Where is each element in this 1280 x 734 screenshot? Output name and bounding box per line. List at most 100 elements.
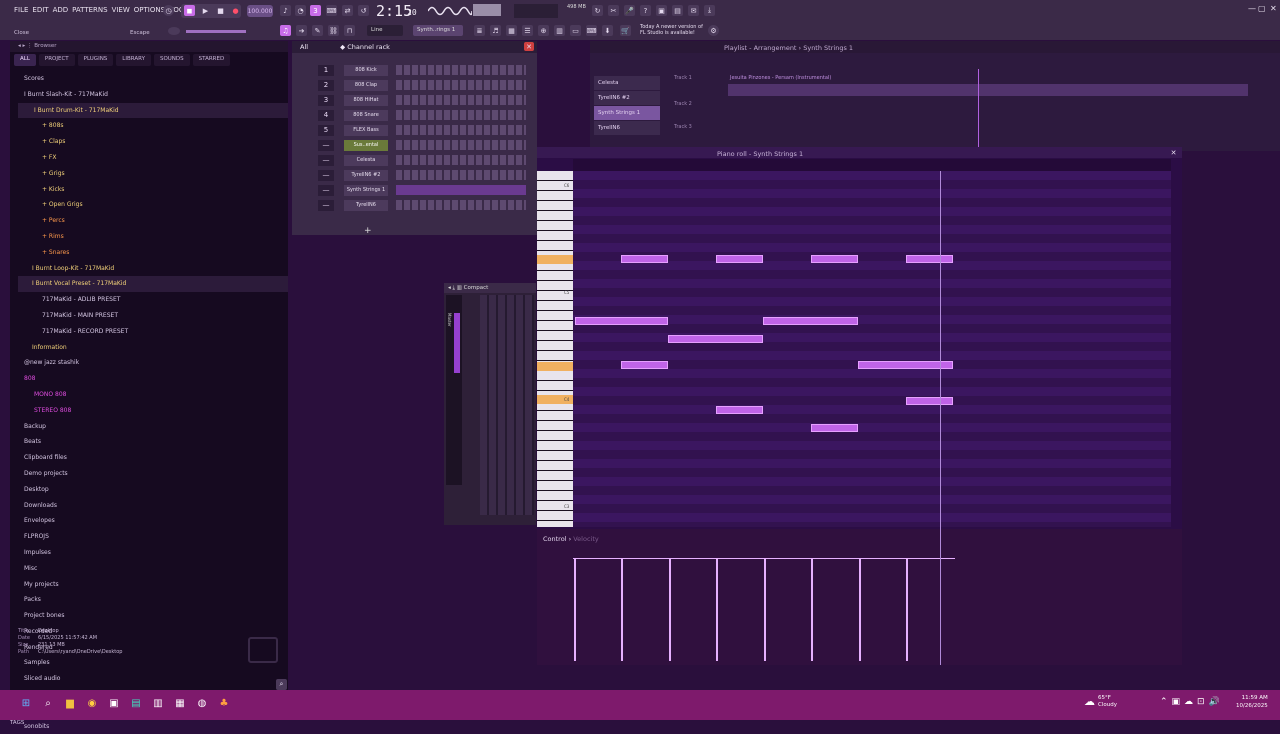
browser-item[interactable]: + Open Grigs <box>18 197 288 213</box>
channel-row[interactable]: 2 808 Clap <box>292 80 537 95</box>
microphone-icon[interactable]: 🎤 <box>624 5 635 16</box>
browser-window-icon[interactable]: ▥ <box>554 25 565 36</box>
velocity-bar[interactable] <box>669 559 671 661</box>
search-icon[interactable]: ⌕ <box>41 697 55 711</box>
snap-select[interactable]: Line <box>367 25 403 36</box>
browser-item[interactable]: Downloads <box>18 498 288 514</box>
channel-step-sequencer[interactable] <box>396 95 526 105</box>
channel-mixer-track[interactable]: — <box>318 140 334 151</box>
minimize-window-button[interactable]: — <box>1248 4 1256 13</box>
browser-item[interactable]: FLPROJS <box>18 529 288 545</box>
browser-item[interactable]: + Percs <box>18 213 288 229</box>
pointer-tool-icon[interactable]: ➔ <box>296 25 307 36</box>
record-button[interactable]: ● <box>230 5 241 16</box>
app-icon-4[interactable]: ▦ <box>173 697 187 711</box>
note[interactable] <box>858 361 953 369</box>
note[interactable] <box>763 317 858 325</box>
browser-item[interactable]: Information <box>18 340 288 356</box>
note[interactable] <box>811 424 858 432</box>
channel-row[interactable]: 1 808 Kick <box>292 65 537 80</box>
browser-item[interactable]: Demo projects <box>18 466 288 482</box>
render-icon[interactable]: ⬇ <box>602 25 613 36</box>
channel-rack-close-icon[interactable]: ✕ <box>524 42 534 51</box>
piano-roll-close-icon[interactable]: ✕ <box>1169 148 1178 157</box>
browser-tab-sounds[interactable]: SOUNDS <box>153 54 190 66</box>
channel-step-sequencer[interactable] <box>396 65 526 75</box>
scissors-icon[interactable]: ✂ <box>608 5 619 16</box>
wait-icon[interactable]: ◔ <box>295 5 306 16</box>
download-icon[interactable]: ⤓ <box>704 5 715 16</box>
browser-item[interactable]: + Kicks <box>18 182 288 198</box>
app-icon-2[interactable]: ▤ <box>129 697 143 711</box>
mixer-inserts[interactable] <box>480 295 534 515</box>
snap-magnet-icon[interactable]: ⊓ <box>344 25 355 36</box>
menu-patterns[interactable]: PATTERNS <box>72 6 107 14</box>
loop-record-icon[interactable]: ↺ <box>358 5 369 16</box>
channel-step-sequencer[interactable] <box>396 80 526 90</box>
metronome-icon[interactable]: ♪ <box>280 5 291 16</box>
browser-item[interactable]: I Burnt Vocal Preset - 717MaKid <box>18 276 288 293</box>
plugin-icon[interactable]: ⊕ <box>538 25 549 36</box>
toolbar-clock-icon[interactable]: ◷ <box>163 5 174 16</box>
browser-item[interactable]: + FX <box>18 150 288 166</box>
velocity-bar[interactable] <box>811 559 813 661</box>
channel-step-sequencer[interactable] <box>396 170 526 180</box>
maximize-window-button[interactable]: ▢ <box>1258 4 1266 13</box>
browser-item[interactable]: MONO 808 <box>18 387 288 403</box>
note[interactable] <box>811 255 858 263</box>
channel-name-button[interactable]: 808 Clap <box>344 80 388 91</box>
menu-file[interactable]: FILE <box>14 6 28 14</box>
browser-item[interactable]: Backup <box>18 419 288 435</box>
update-icon[interactable]: ⚙ <box>708 25 719 36</box>
note[interactable] <box>575 317 668 325</box>
menu-view[interactable]: VIEW <box>112 6 130 14</box>
note[interactable] <box>621 361 668 369</box>
browser-tab-plugins[interactable]: PLUGINS <box>77 54 114 66</box>
draw-tool-icon[interactable]: ✎ <box>312 25 323 36</box>
touch-keyboard-icon[interactable]: ⌨ <box>586 25 597 36</box>
browser-item[interactable]: Desktop <box>18 482 288 498</box>
channel-step-sequencer[interactable] <box>396 200 526 210</box>
browser-item[interactable]: Envelopes <box>18 513 288 529</box>
channel-name-button[interactable]: 808 Kick <box>344 65 388 76</box>
help-icon[interactable]: ? <box>640 5 651 16</box>
mixer-mode[interactable]: Compact <box>464 285 489 291</box>
channel-mixer-track[interactable]: 4 <box>318 110 334 121</box>
note[interactable] <box>621 255 668 263</box>
chat-icon[interactable]: ✉ <box>688 5 699 16</box>
menu-add[interactable]: ADD <box>53 6 69 14</box>
audio-clip[interactable] <box>728 84 1248 96</box>
app-icon[interactable]: ▣ <box>107 697 121 711</box>
master-volume-knob[interactable] <box>168 27 180 35</box>
menu-edit[interactable]: EDIT <box>32 6 48 14</box>
app-icon-3[interactable]: ▥ <box>151 697 165 711</box>
browser-search-icon[interactable]: ⌕ <box>276 679 287 690</box>
browser-item[interactable]: 717MaKid - RECORD PRESET <box>18 324 288 340</box>
channelrack-window-icon[interactable]: ☰ <box>522 25 533 36</box>
browser-item[interactable]: I Burnt Loop-Kit - 717MaKid <box>18 261 288 277</box>
start-icon[interactable]: ⊞ <box>19 697 33 711</box>
channel-row[interactable]: 3 808 HiHat <box>292 95 537 110</box>
channel-name-button[interactable]: Synth Strings 1 <box>344 185 388 196</box>
channel-name-button[interactable]: FLEX Bass <box>344 125 388 136</box>
channel-row[interactable]: — TyrellN6 #2 <box>292 170 537 185</box>
browser-item[interactable]: + Snares <box>18 245 288 261</box>
channel-filter[interactable]: All <box>300 43 308 51</box>
play-button[interactable]: ▶ <box>200 5 211 16</box>
close-window-button[interactable]: ✕ <box>1270 4 1277 13</box>
browser-item[interactable]: 808 <box>18 371 288 387</box>
channel-mixer-track[interactable]: — <box>318 155 334 166</box>
note-grid[interactable] <box>573 171 1171 527</box>
countdown-icon[interactable]: 3 <box>310 5 321 16</box>
browser-item[interactable]: + Grigs <box>18 166 288 182</box>
browser-item[interactable]: Beats <box>18 434 288 450</box>
timeline-ruler[interactable] <box>573 159 1171 171</box>
browser-tab-starred[interactable]: STARRED <box>192 54 231 66</box>
pattern-picker-item[interactable]: TyrellN6 <box>594 121 660 135</box>
browser-item[interactable]: sonobits <box>18 719 288 734</box>
browser-tab-library[interactable]: LIBRARY <box>116 54 151 66</box>
browser-item[interactable]: Clipboard files <box>18 450 288 466</box>
blend-icon[interactable]: ⇄ <box>342 5 353 16</box>
channel-row[interactable]: 4 808 Snare <box>292 110 537 125</box>
browser-item[interactable]: Impulses <box>18 545 288 561</box>
